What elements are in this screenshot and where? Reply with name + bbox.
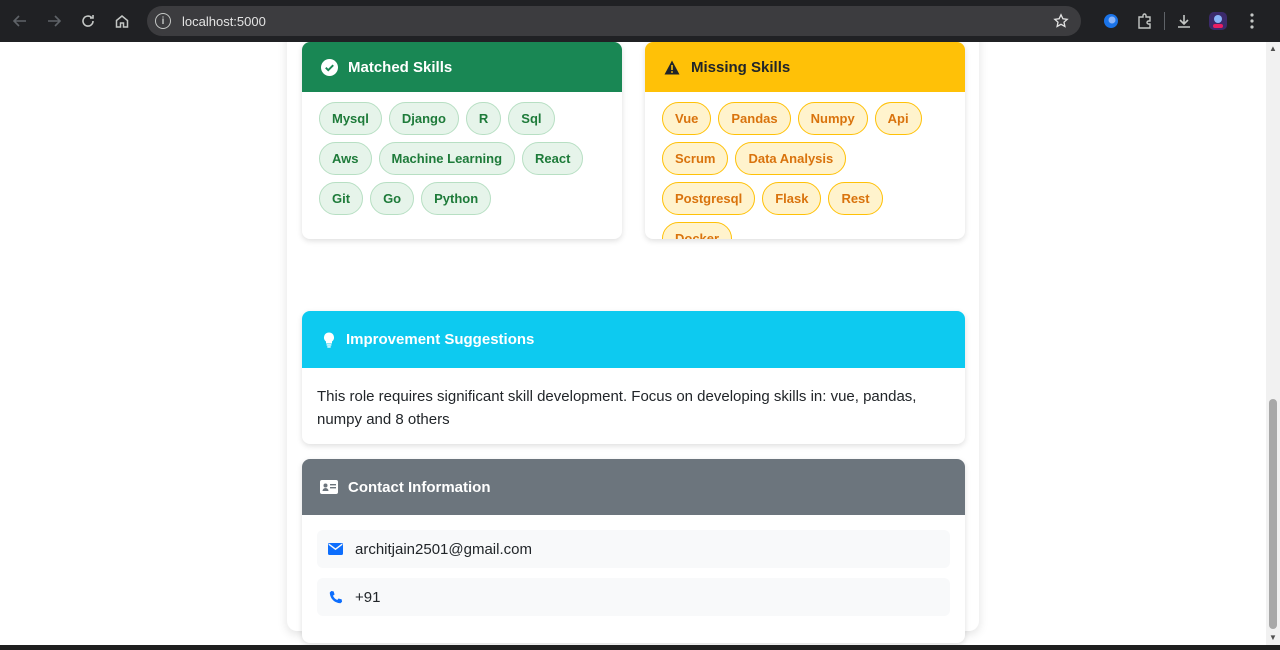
matched-skills-card: Matched Skills Mysql Django R Sql Aws Machine… (302, 42, 622, 239)
skill-tag: Postgresql (662, 182, 756, 215)
matched-skills-list: Mysql Django R Sql Aws Machine Learning React G… (302, 92, 622, 222)
skill-tag: Vue (662, 102, 712, 135)
bookmark-star-icon[interactable] (1053, 13, 1069, 34)
toolbar-divider (1164, 12, 1165, 30)
results-container: Matched Skills Mysql Django R Sql Aws Machine… (287, 42, 979, 643)
missing-skills-title: Missing Skills (691, 58, 791, 76)
improvement-suggestions-header: Improvement Suggestions (302, 311, 965, 368)
skill-tag: Pandas (718, 102, 791, 135)
skill-tag: Aws (319, 142, 372, 175)
forward-icon[interactable] (37, 4, 71, 38)
matched-skills-title: Matched Skills (348, 58, 453, 76)
contact-information-card: Contact Information architjain2501@gmail… (302, 459, 965, 643)
skill-tag: Go (370, 182, 415, 215)
skill-tag: Machine Learning (378, 142, 516, 175)
skill-tag: Mysql (319, 102, 382, 135)
skill-tag: React (522, 142, 584, 175)
missing-skills-list: Vue Pandas Numpy Api Scrum Data Analysis Postg… (645, 92, 965, 239)
id-card-icon (320, 478, 338, 496)
skill-tag: Docker (662, 222, 733, 239)
scroll-up-arrow-icon[interactable]: ▲ (1269, 44, 1277, 53)
contact-information-title: Contact Information (348, 478, 491, 496)
email-row: architjain2501@gmail.com (317, 530, 950, 568)
extensions-puzzle-icon[interactable] (1128, 4, 1162, 38)
scrollbar-thumb[interactable] (1269, 399, 1277, 629)
skill-tag: Scrum (662, 142, 729, 175)
missing-skills-card: Missing Skills Vue Pandas Numpy Api Scrum Dat… (645, 42, 965, 239)
bottom-edge (0, 645, 1280, 650)
skill-tag: Git (319, 182, 364, 215)
improvement-suggestions-card: Improvement Suggestions This role requir… (302, 311, 965, 444)
download-icon[interactable] (1167, 4, 1201, 38)
phone-value[interactable]: +91 (355, 589, 380, 606)
skill-tag: Django (388, 102, 459, 135)
check-circle-icon (320, 58, 338, 76)
skill-tag: Data Analysis (735, 142, 847, 175)
skill-tag: Numpy (797, 102, 868, 135)
envelope-icon (327, 541, 343, 557)
address-bar[interactable]: i localhost:5000 (147, 6, 1081, 36)
skill-tag: Sql (508, 102, 555, 135)
warning-triangle-icon (663, 58, 681, 76)
skill-tag: Rest (828, 182, 883, 215)
skill-tag: R (465, 102, 502, 135)
missing-skills-header: Missing Skills (645, 42, 965, 92)
phone-icon (327, 589, 343, 605)
url-text: localhost:5000 (182, 13, 266, 29)
contact-information-header: Contact Information (302, 459, 965, 515)
scroll-down-arrow-icon[interactable]: ▼ (1269, 633, 1277, 642)
back-icon[interactable] (3, 4, 37, 38)
email-value[interactable]: architjain2501@gmail.com (355, 541, 532, 558)
matched-skills-header: Matched Skills (302, 42, 622, 92)
extension-blue-icon[interactable] (1094, 4, 1128, 38)
phone-row: +91 (317, 578, 950, 616)
improvement-suggestions-title: Improvement Suggestions (346, 331, 535, 348)
skill-tag: Python (421, 182, 492, 215)
skill-tag: Flask (762, 182, 822, 215)
home-icon[interactable] (105, 4, 139, 38)
lightbulb-icon (320, 331, 338, 349)
improvement-suggestions-text: This role requires significant skill dev… (317, 388, 917, 428)
reload-icon[interactable] (71, 4, 105, 38)
site-info-icon[interactable]: i (155, 13, 171, 29)
menu-kebab-icon[interactable] (1235, 4, 1269, 38)
page-scrollbar[interactable]: ▲ ▼ (1266, 42, 1280, 645)
page-viewport: Matched Skills Mysql Django R Sql Aws Machine… (0, 42, 1266, 645)
skill-tag: Api (874, 102, 922, 135)
profile-avatar-icon[interactable] (1201, 4, 1235, 38)
browser-toolbar: i localhost:5000 (0, 0, 1280, 42)
